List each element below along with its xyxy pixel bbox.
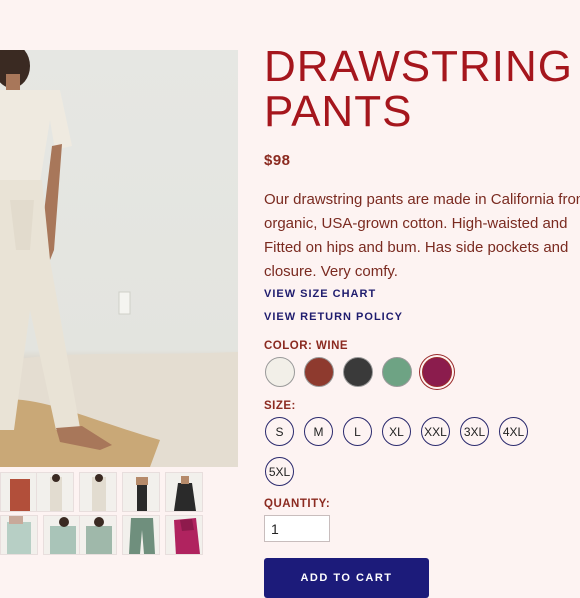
thumbnail[interactable]: [79, 472, 117, 512]
size-option-xl[interactable]: XL: [382, 417, 411, 446]
size-label: SIZE:: [264, 400, 296, 412]
natural-pants-front-photo: [50, 474, 62, 511]
color-swatch-wine[interactable]: [422, 357, 452, 387]
thumbnail[interactable]: [0, 515, 38, 555]
thumbnail[interactable]: [36, 472, 74, 512]
sage-top-photo: [50, 517, 76, 554]
product-title: DRAWSTRING PANTS: [264, 42, 574, 136]
thumbnail[interactable]: [0, 472, 38, 512]
black-pants-front-photo: [136, 477, 148, 511]
color-swatch-rust[interactable]: [304, 357, 334, 387]
quantity-input[interactable]: [264, 515, 330, 542]
size-option-l[interactable]: L: [343, 417, 372, 446]
product-main-image: [0, 50, 238, 467]
sage-seated-photo: [86, 517, 112, 554]
product-price: $98: [264, 152, 291, 169]
rust-pants-photo: [10, 479, 30, 511]
view-size-chart-link[interactable]: VIEW SIZE CHART: [264, 288, 376, 300]
thumbnail[interactable]: [79, 515, 117, 555]
size-option-3xl[interactable]: 3XL: [460, 417, 489, 446]
add-to-cart-label: ADD TO CART: [300, 572, 393, 584]
black-pants-side-photo: [174, 476, 196, 511]
color-swatch-natural[interactable]: [265, 357, 295, 387]
product-description-container: Our drawstring pants are made in Califor…: [264, 188, 580, 284]
size-option-m[interactable]: M: [304, 417, 333, 446]
color-swatch-sage[interactable]: [382, 357, 412, 387]
sage-pants-flat-photo: [129, 518, 155, 554]
size-option-4xl[interactable]: 4XL: [499, 417, 528, 446]
model-illustration: [0, 50, 238, 467]
natural-pants-side-photo: [92, 474, 106, 511]
sage-set-photo: [7, 516, 31, 554]
quantity-label: QUANTITY:: [264, 498, 331, 510]
size-option-s[interactable]: S: [265, 417, 294, 446]
product-description: Our drawstring pants are made in Califor…: [264, 191, 580, 280]
color-label: COLOR: WINE: [264, 340, 349, 352]
thumbnail[interactable]: [122, 515, 160, 555]
size-option-xxl[interactable]: XXL: [421, 417, 450, 446]
color-swatch-black[interactable]: [343, 357, 373, 387]
thumbnail[interactable]: [43, 515, 81, 555]
thumbnail[interactable]: [165, 472, 203, 512]
add-to-cart-button[interactable]: ADD TO CART: [264, 558, 429, 598]
size-option-5xl[interactable]: 5XL: [265, 457, 294, 486]
thumbnail[interactable]: [122, 472, 160, 512]
thumbnail[interactable]: [165, 515, 203, 555]
wine-pants-flat-photo: [174, 518, 200, 554]
view-return-policy-link[interactable]: VIEW RETURN POLICY: [264, 311, 403, 323]
